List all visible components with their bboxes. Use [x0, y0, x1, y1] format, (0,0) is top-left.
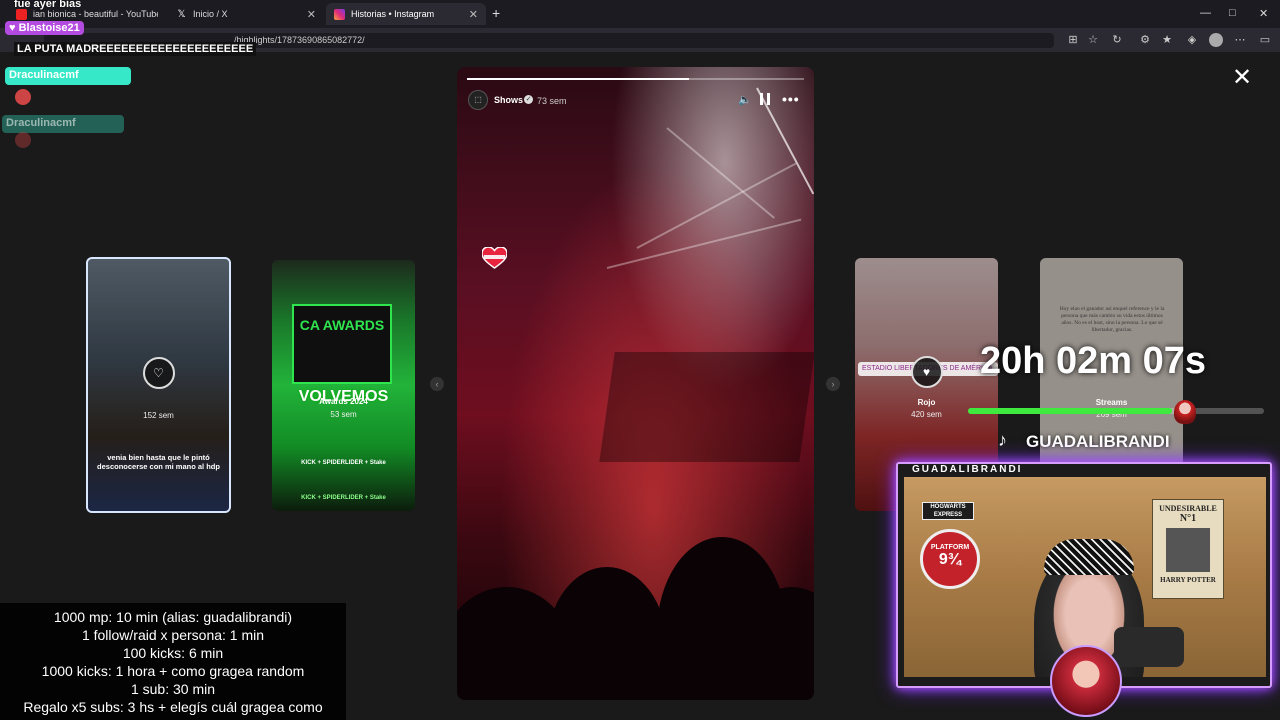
maximize-button[interactable]: □ — [1229, 7, 1236, 19]
timer-progress-fill — [968, 408, 1173, 414]
x-icon: 𝕏 — [177, 8, 186, 20]
next-story-button[interactable]: › — [826, 377, 840, 391]
rule-line: 1000 mp: 10 min (alias: guadalibrandi) — [53, 609, 293, 625]
poster-name: HARRY POTTER — [1160, 576, 1216, 584]
new-tab-button[interactable]: + — [492, 5, 500, 21]
subathon-rules: 1000 mp: 10 min (alias: guadalibrandi) 1… — [0, 603, 346, 720]
tab-title: ian bionica - beautiful - YouTube — [33, 9, 158, 19]
rule-line: 1000 kicks: 1 hora + como gragea random — [41, 663, 305, 679]
sidebar-icon[interactable]: ▭ — [1258, 33, 1272, 47]
tiktok-handle: GUADALIBRANDI — [1026, 432, 1170, 451]
shield-icon[interactable]: ◈ — [1185, 33, 1199, 47]
verified-icon: ✓ — [524, 95, 533, 104]
subathon-timer: 20h 02m 07s — [980, 340, 1207, 382]
thumbnail-caption: venia bien hasta que le pintó desconocer… — [97, 453, 220, 471]
thumbnail-age: 53 sem — [330, 410, 357, 419]
tab-x[interactable]: 𝕏 Inicio / X ✕ — [168, 3, 324, 25]
chat-message: fue ayer bias — [14, 0, 82, 10]
timer-mascot-icon — [1174, 400, 1196, 424]
webcam-label: GUADALIBRANDI — [912, 464, 1023, 475]
close-tab-icon[interactable]: ✕ — [469, 8, 478, 21]
refresh-icon[interactable]: ↻ — [1110, 33, 1124, 47]
platform-sign-text: PLATFORM — [930, 544, 970, 551]
pause-icon[interactable] — [760, 93, 770, 105]
light-beam — [666, 127, 775, 219]
poster-number: N°1 — [1179, 513, 1197, 524]
bandana — [1044, 539, 1134, 575]
crowd-silhouette — [547, 567, 667, 700]
star-icon[interactable]: ☆ — [1086, 33, 1100, 47]
close-stories-button[interactable]: ✕ — [1232, 66, 1252, 90]
youtube-icon — [16, 8, 27, 20]
poster-photo — [1166, 528, 1210, 572]
chat-emote-icon — [15, 132, 31, 148]
story-avatar[interactable]: ⬚ — [468, 90, 488, 110]
sponsors-text: KICK + SPIDERLIDER + Stake — [301, 495, 386, 501]
tab-title: Inicio / X — [193, 9, 228, 19]
platform-sign-number: 9¾ — [938, 551, 962, 568]
instagram-icon — [334, 8, 345, 20]
story-viewer[interactable] — [457, 67, 814, 700]
rule-line: 100 kicks: 6 min — [122, 645, 224, 661]
tiktok-icon: ♪ — [998, 430, 1007, 450]
light-beam — [606, 218, 802, 269]
story-age: 73 sem — [537, 96, 567, 106]
extensions-icon[interactable]: ⚙ — [1138, 33, 1152, 47]
thumbnail-title: Awards 2024 — [319, 397, 368, 406]
wanted-poster: UNDESIRABLE N°1 HARRY POTTER — [1152, 499, 1224, 599]
more-options-icon[interactable]: ••• — [782, 91, 800, 107]
close-tab-icon[interactable]: ✕ — [307, 8, 316, 21]
streamer-avatar — [1050, 645, 1122, 717]
apps-icon[interactable]: ⊞ — [1066, 33, 1080, 47]
chat-emote-icon — [15, 89, 31, 105]
heart-sticker-icon — [482, 247, 507, 269]
thumbnail-title: Rojo — [917, 398, 936, 407]
thumbnail-age: 152 sem — [143, 411, 174, 420]
thumbnail-title: Streams — [1095, 398, 1128, 407]
poster-title: UNDESIRABLE — [1159, 504, 1217, 513]
story-thumbnail[interactable]: ♡ 152 sem venia bien hasta que le pintó … — [86, 257, 231, 513]
chat-username: ♥ Blastoise21 — [5, 21, 84, 35]
platform-sign: PLATFORM 9¾ — [920, 529, 980, 589]
tab-instagram[interactable]: Historias • Instagram ✕ — [326, 3, 486, 25]
minimize-button[interactable]: — — [1200, 7, 1211, 19]
story-username[interactable]: Shows — [494, 95, 523, 105]
previous-story-button[interactable]: ‹ — [430, 377, 444, 391]
awards-logo: CA AWARDS — [292, 304, 392, 384]
more-icon[interactable]: ⋯ — [1233, 33, 1247, 47]
sponsors-text: KICK + SPIDERLIDER + Stake — [301, 460, 386, 466]
profile-icon[interactable] — [1209, 33, 1223, 47]
rule-line: 1 sub: 30 min — [130, 681, 216, 697]
tab-title: Historias • Instagram — [351, 9, 435, 19]
rule-line: 1 follow/raid x persona: 1 min — [81, 627, 265, 643]
highlight-cover-icon: ♡ — [142, 357, 175, 389]
window-close-button[interactable]: ✕ — [1259, 7, 1268, 20]
light-beam — [636, 162, 797, 249]
favorites-icon[interactable]: ★ — [1160, 33, 1174, 47]
stage — [599, 352, 814, 462]
highlight-cover-icon: ♥ — [910, 356, 943, 388]
story-progress-fill — [467, 78, 690, 80]
microphone — [1114, 627, 1184, 667]
hogwarts-sign: HOGWARTS EXPRESS — [922, 502, 974, 520]
story-thumbnail[interactable]: CA AWARDS VOLVEMOS Awards 2024 53 sem KI… — [272, 260, 415, 511]
chat-username: Draculinacmf — [5, 67, 131, 85]
chat-message: LA PUTA MADREEEEEEEEEEEEEEEEEEEEE — [14, 42, 257, 56]
chat-username: Draculinacmf — [2, 115, 124, 133]
speaker-icon[interactable]: 🔈 — [738, 93, 752, 106]
rule-line: Regalo x5 subs: 3 hs + elegís cuál grage… — [23, 699, 323, 715]
